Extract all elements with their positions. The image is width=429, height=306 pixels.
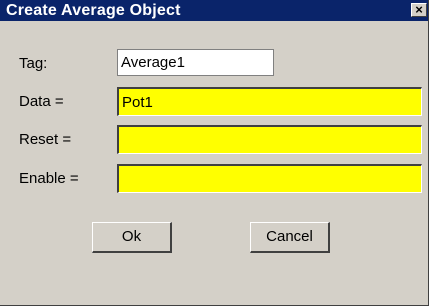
reset-label: Reset = — [19, 131, 72, 148]
close-button[interactable]: × — [411, 3, 427, 17]
cancel-button[interactable]: Cancel — [250, 222, 330, 253]
dialog-title: Create Average Object — [6, 2, 181, 19]
close-icon: × — [415, 2, 423, 17]
enable-label: Enable = — [19, 170, 79, 187]
reset-input[interactable] — [117, 125, 422, 154]
enable-input[interactable] — [117, 164, 422, 193]
data-input[interactable] — [117, 87, 422, 116]
tag-label: Tag: — [19, 55, 48, 72]
create-average-dialog: Create Average Object × Tag: Data = Rese… — [0, 0, 429, 306]
title-bar[interactable]: Create Average Object × — [0, 0, 428, 21]
tag-input[interactable] — [117, 49, 274, 76]
ok-button[interactable]: Ok — [92, 222, 172, 253]
data-label: Data = — [19, 93, 64, 110]
